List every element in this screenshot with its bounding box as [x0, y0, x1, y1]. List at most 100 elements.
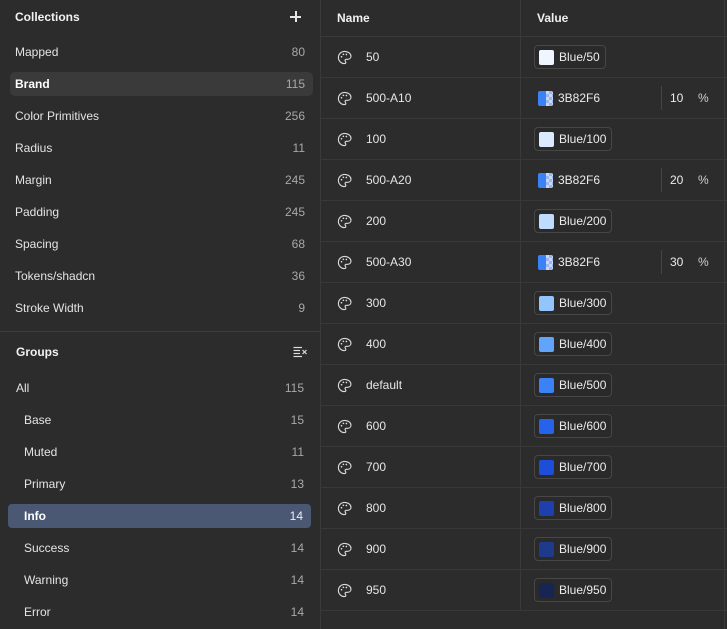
- variable-name: 500-A30: [366, 255, 412, 269]
- alias-chip[interactable]: Blue/500: [534, 373, 613, 397]
- collection-item-tokens-shadcn[interactable]: Tokens/shadcn 36: [0, 260, 320, 292]
- collections-header: Collections: [0, 0, 320, 34]
- name-cell[interactable]: 500-A10: [321, 78, 521, 118]
- group-label: Base: [24, 413, 52, 427]
- collection-item-mapped[interactable]: Mapped 80: [0, 36, 320, 68]
- column-header-name[interactable]: Name: [321, 0, 521, 36]
- value-cell[interactable]: 3B82F6 10%: [521, 78, 727, 118]
- sidebar: Collections Mapped 80 Brand 115 Color Pr…: [0, 0, 321, 629]
- swatch-alpha: [545, 172, 553, 188]
- table-row[interactable]: default Blue/500: [321, 365, 727, 406]
- color-swatch[interactable]: [538, 90, 553, 106]
- table-row[interactable]: 300 Blue/300: [321, 283, 727, 324]
- collapse-all-icon[interactable]: [293, 346, 307, 358]
- collection-item-spacing[interactable]: Spacing 68: [0, 228, 320, 260]
- alpha-field[interactable]: 30%: [661, 250, 709, 274]
- collection-item-margin[interactable]: Margin 245: [0, 164, 320, 196]
- name-cell[interactable]: 500-A20: [321, 160, 521, 200]
- group-item-error[interactable]: Error 14: [0, 596, 320, 628]
- palette-icon: [337, 337, 352, 352]
- variable-name: 900: [366, 542, 387, 556]
- table-row[interactable]: 400 Blue/400: [321, 324, 727, 365]
- group-item-warning[interactable]: Warning 14: [0, 564, 320, 596]
- value-cell[interactable]: Blue/950: [521, 570, 727, 610]
- value-cell[interactable]: 3B82F6 20%: [521, 160, 727, 200]
- table-row[interactable]: 700 Blue/700: [321, 447, 727, 488]
- value-cell[interactable]: Blue/50: [521, 37, 727, 77]
- table-row[interactable]: 800 Blue/800: [321, 488, 727, 529]
- value-cell[interactable]: Blue/800: [521, 488, 727, 528]
- group-item-base[interactable]: Base 15: [0, 404, 320, 436]
- table-row[interactable]: 900 Blue/900: [321, 529, 727, 570]
- name-cell[interactable]: 600: [321, 406, 521, 446]
- palette-icon: [337, 378, 352, 393]
- alias-chip[interactable]: Blue/900: [534, 537, 613, 561]
- name-cell[interactable]: 900: [321, 529, 521, 569]
- column-header-value[interactable]: Value: [521, 0, 727, 36]
- table-row[interactable]: 500-A10 3B82F6 10%: [321, 78, 727, 119]
- variable-name: 700: [366, 460, 387, 474]
- value-cell[interactable]: Blue/900: [521, 529, 727, 569]
- hex-value-field[interactable]: 3B82F6: [534, 168, 600, 192]
- value-cell[interactable]: Blue/100: [521, 119, 727, 159]
- collection-item-radius[interactable]: Radius 11: [0, 132, 320, 164]
- name-cell[interactable]: default: [321, 365, 521, 405]
- table-row[interactable]: 50 Blue/50: [321, 37, 727, 78]
- name-cell[interactable]: 100: [321, 119, 521, 159]
- groups-title: Groups: [16, 345, 59, 359]
- name-cell[interactable]: 400: [321, 324, 521, 364]
- name-cell[interactable]: 800: [321, 488, 521, 528]
- color-swatch: [539, 500, 554, 516]
- alias-chip[interactable]: Blue/800: [534, 496, 613, 520]
- alias-chip[interactable]: Blue/300: [534, 291, 613, 315]
- group-item-primary[interactable]: Primary 13: [0, 468, 320, 500]
- alias-chip[interactable]: Blue/100: [534, 127, 613, 151]
- name-cell[interactable]: 950: [321, 570, 521, 610]
- alias-chip[interactable]: Blue/700: [534, 455, 613, 479]
- alias-chip[interactable]: Blue/400: [534, 332, 613, 356]
- group-item-info[interactable]: Info 14: [8, 504, 311, 528]
- hex-text: 3B82F6: [558, 255, 601, 269]
- name-cell[interactable]: 50: [321, 37, 521, 77]
- alias-chip[interactable]: Blue/200: [534, 209, 613, 233]
- group-label: Muted: [24, 445, 58, 459]
- table-row[interactable]: 100 Blue/100: [321, 119, 727, 160]
- value-cell[interactable]: 3B82F6 30%: [521, 242, 727, 282]
- name-cell[interactable]: 200: [321, 201, 521, 241]
- table-row[interactable]: 950 Blue/950: [321, 570, 727, 611]
- hex-value-field[interactable]: 3B82F6: [534, 250, 600, 274]
- group-count: 14: [290, 573, 304, 587]
- value-cell[interactable]: Blue/200: [521, 201, 727, 241]
- color-swatch[interactable]: [538, 254, 553, 270]
- alias-chip[interactable]: Blue/600: [534, 414, 613, 438]
- table-row[interactable]: 600 Blue/600: [321, 406, 727, 447]
- name-cell[interactable]: 700: [321, 447, 521, 487]
- table-row[interactable]: 500-A30 3B82F6 30%: [321, 242, 727, 283]
- group-item-muted[interactable]: Muted 11: [0, 436, 320, 468]
- collection-item-brand[interactable]: Brand 115: [10, 72, 313, 96]
- alias-chip[interactable]: Blue/950: [534, 578, 613, 602]
- group-item-success[interactable]: Success 14: [0, 532, 320, 564]
- hex-value-field[interactable]: 3B82F6: [534, 86, 600, 110]
- plus-icon[interactable]: [288, 9, 304, 25]
- value-cell[interactable]: Blue/400: [521, 324, 727, 364]
- collection-item-padding[interactable]: Padding 245: [0, 196, 320, 228]
- value-cell[interactable]: Blue/600: [521, 406, 727, 446]
- alpha-field[interactable]: 10%: [661, 86, 709, 110]
- name-cell[interactable]: 500-A30: [321, 242, 521, 282]
- value-cell[interactable]: Blue/300: [521, 283, 727, 323]
- group-item-all[interactable]: All 115: [0, 372, 320, 404]
- alias-chip[interactable]: Blue/50: [534, 45, 606, 69]
- value-cell[interactable]: Blue/700: [521, 447, 727, 487]
- name-cell[interactable]: 300: [321, 283, 521, 323]
- table-row[interactable]: 500-A20 3B82F6 20%: [321, 160, 727, 201]
- alias-label: Blue/500: [559, 378, 607, 392]
- color-swatch[interactable]: [538, 172, 553, 188]
- group-count: 13: [290, 477, 304, 491]
- value-cell[interactable]: Blue/500: [521, 365, 727, 405]
- table-row[interactable]: 200 Blue/200: [321, 201, 727, 242]
- color-swatch: [539, 131, 554, 147]
- alpha-field[interactable]: 20%: [661, 168, 709, 192]
- collection-item-stroke-width[interactable]: Stroke Width 9: [0, 292, 320, 324]
- collection-item-color-primitives[interactable]: Color Primitives 256: [0, 100, 320, 132]
